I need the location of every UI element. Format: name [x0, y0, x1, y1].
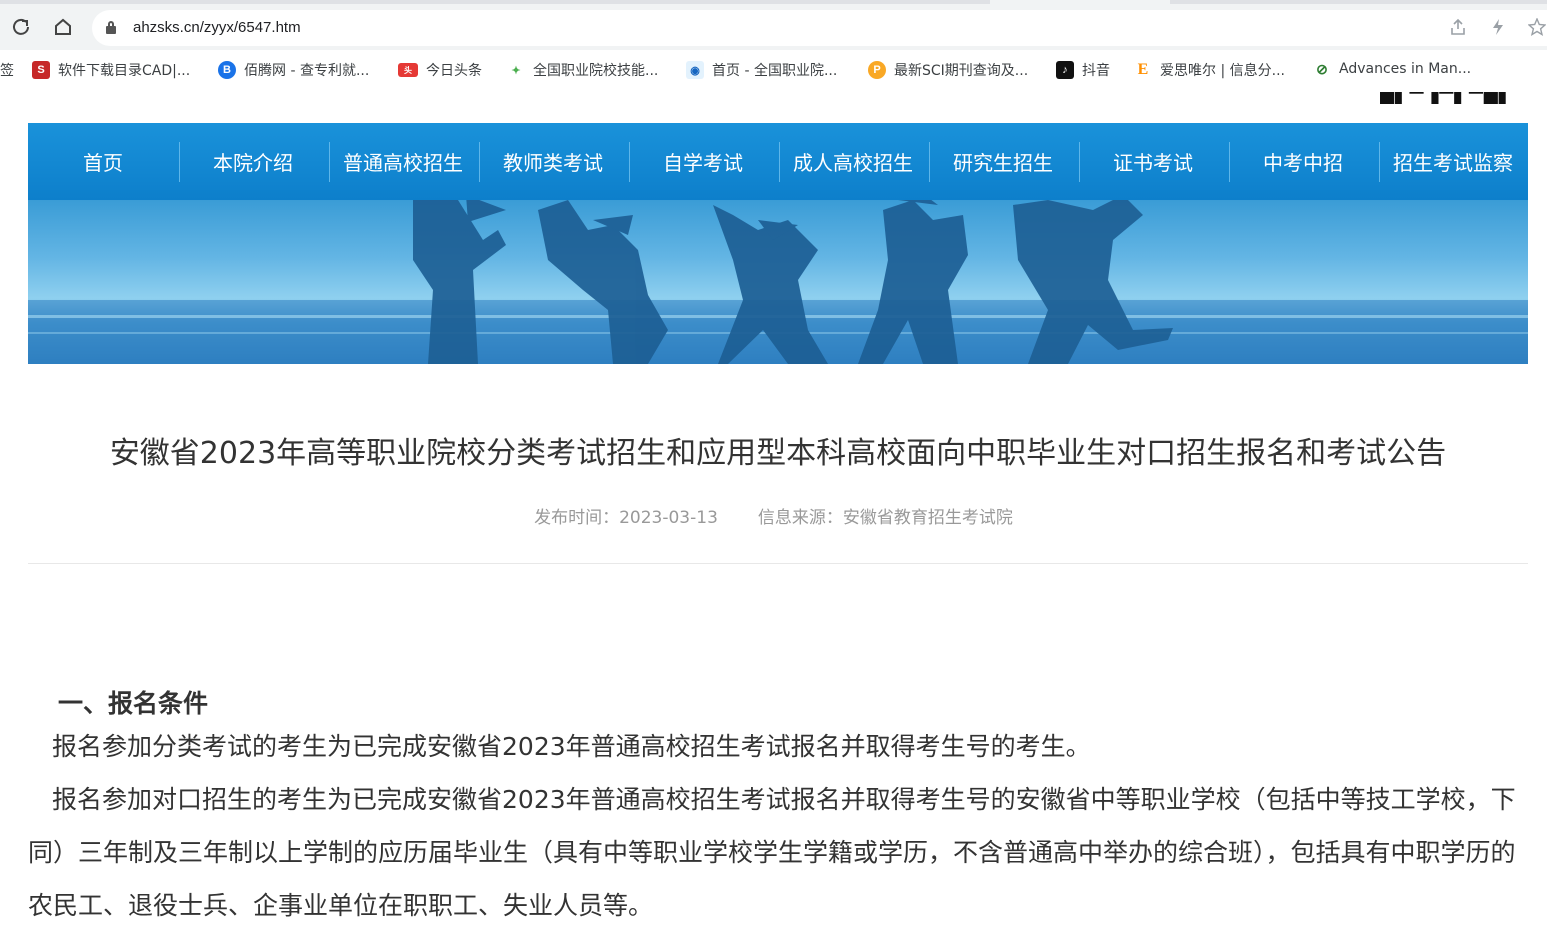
star-icon[interactable]: [1527, 17, 1547, 41]
paragraph-text: 报名参加分类考试的考生为已完成安徽省2023年普通高校招生考试报名并取得考生号的…: [52, 732, 1091, 761]
url-text[interactable]: ahzsks.cn/zyyx/6547.htm: [133, 19, 301, 36]
bookmark-vocational[interactable]: ◉ 首页 - 全国职业院...: [686, 60, 837, 80]
bookmark-label: 签: [0, 63, 14, 79]
sci-icon: P: [868, 61, 886, 79]
paragraph-text: 报名参加对口招生的考生为已完成安徽省2023年普通高校招生考试报名并取得考生号的…: [28, 785, 1516, 920]
article-source: 信息来源：安徽省教育招生考试院: [757, 508, 1013, 528]
bookmark-label: 全国职业院校技能...: [533, 63, 659, 79]
lock-icon[interactable]: [106, 21, 116, 34]
tab-strip-edge: [0, 0, 1547, 4]
bookmark-label: 最新SCI期刊查询及...: [894, 63, 1029, 79]
home-icon[interactable]: [50, 14, 76, 40]
site-nav: 首页 本院介绍 普通高校招生 教师类考试 自学考试 成人高校招生 研究生招生 证…: [28, 123, 1528, 200]
divider: [28, 563, 1528, 564]
bookmark-label: 今日头条: [426, 63, 482, 79]
bookmarks-bar: 签 S 软件下载目录CAD|... B 佰腾网 - 查专利就... 头 今日头条…: [0, 50, 1547, 90]
advances-icon: ⊘: [1313, 60, 1331, 78]
skills-icon: ✦: [507, 61, 525, 79]
bookmark-label: 首页 - 全国职业院...: [712, 63, 838, 79]
bookmark-label: 抖音: [1082, 63, 1110, 79]
elsevier-icon: E: [1134, 61, 1152, 79]
bookmark-label: 软件下载目录CAD|...: [58, 63, 191, 79]
nav-item-about[interactable]: 本院介绍: [178, 123, 328, 200]
baiten-icon: B: [218, 61, 236, 79]
active-tab-edge[interactable]: [990, 0, 1170, 4]
bookmark-skills[interactable]: ✦ 全国职业院校技能...: [507, 60, 658, 80]
nav-item-graduate[interactable]: 研究生招生: [928, 123, 1078, 200]
address-bar[interactable]: ahzsks.cn/zyyx/6547.htm: [92, 10, 1547, 46]
software-icon: S: [32, 61, 50, 79]
nav-item-home[interactable]: 首页: [28, 123, 178, 200]
nav-item-certificate[interactable]: 证书考试: [1078, 123, 1228, 200]
nav-item-general-admission[interactable]: 普通高校招生: [328, 123, 478, 200]
bookmark-label: Advances in Man...: [1339, 61, 1472, 77]
nav-item-supervision[interactable]: 招生考试监察: [1378, 123, 1528, 200]
bookmark-elsevier[interactable]: E 爱思唯尔 | 信息分...: [1134, 60, 1285, 80]
publish-time: 发布时间：2023-03-13: [534, 508, 718, 528]
bookmark-sci[interactable]: P 最新SCI期刊查询及...: [868, 60, 1028, 80]
bookmark-douyin[interactable]: ♪ 抖音: [1056, 60, 1110, 80]
browser-toolbar: ahzsks.cn/zyyx/6547.htm: [0, 0, 1547, 50]
article-paragraph: 报名参加分类考试的考生为已完成安徽省2023年普通高校招生考试报名并取得考生号的…: [28, 720, 1528, 773]
lightning-icon[interactable]: [1490, 18, 1506, 41]
bookmark-label: 爱思唯尔 | 信息分...: [1160, 63, 1285, 79]
nav-item-adult-admission[interactable]: 成人高校招生: [778, 123, 928, 200]
nav-item-self-study[interactable]: 自学考试: [628, 123, 778, 200]
nav-item-teacher-exam[interactable]: 教师类考试: [478, 123, 628, 200]
bookmark-software[interactable]: S 软件下载目录CAD|...: [32, 60, 190, 80]
graduates-silhouette-image: [28, 200, 1528, 364]
nav-item-zhongkao[interactable]: 中考中招: [1228, 123, 1378, 200]
bookmark-partial[interactable]: 签: [0, 60, 14, 80]
bookmark-toutiao[interactable]: 头 今日头条: [398, 60, 482, 80]
bookmark-advances[interactable]: ⊘ Advances in Man...: [1313, 60, 1471, 78]
article-title: 安徽省2023年高等职业院校分类考试招生和应用型本科高校面向中职毕业生对口招生报…: [109, 436, 1447, 471]
article-meta: 发布时间：2023-03-13 信息来源：安徽省教育招生考试院: [0, 503, 1547, 528]
bookmark-baiten[interactable]: B 佰腾网 - 查专利就...: [218, 60, 369, 80]
douyin-icon: ♪: [1056, 61, 1074, 79]
share-icon[interactable]: [1449, 18, 1467, 41]
toutiao-icon: 头: [398, 63, 418, 77]
section-heading: 一、报名条件: [58, 689, 209, 718]
site-logo-partial: █▌▀▐▀▌▀█▌: [1380, 92, 1508, 104]
reload-icon[interactable]: [8, 14, 34, 40]
vocational-icon: ◉: [686, 61, 704, 79]
article-paragraph: 报名参加对口招生的考生为已完成安徽省2023年普通高校招生考试报名并取得考生号的…: [28, 773, 1528, 932]
header-banner-image: [28, 200, 1528, 364]
bookmark-label: 佰腾网 - 查专利就...: [244, 63, 370, 79]
